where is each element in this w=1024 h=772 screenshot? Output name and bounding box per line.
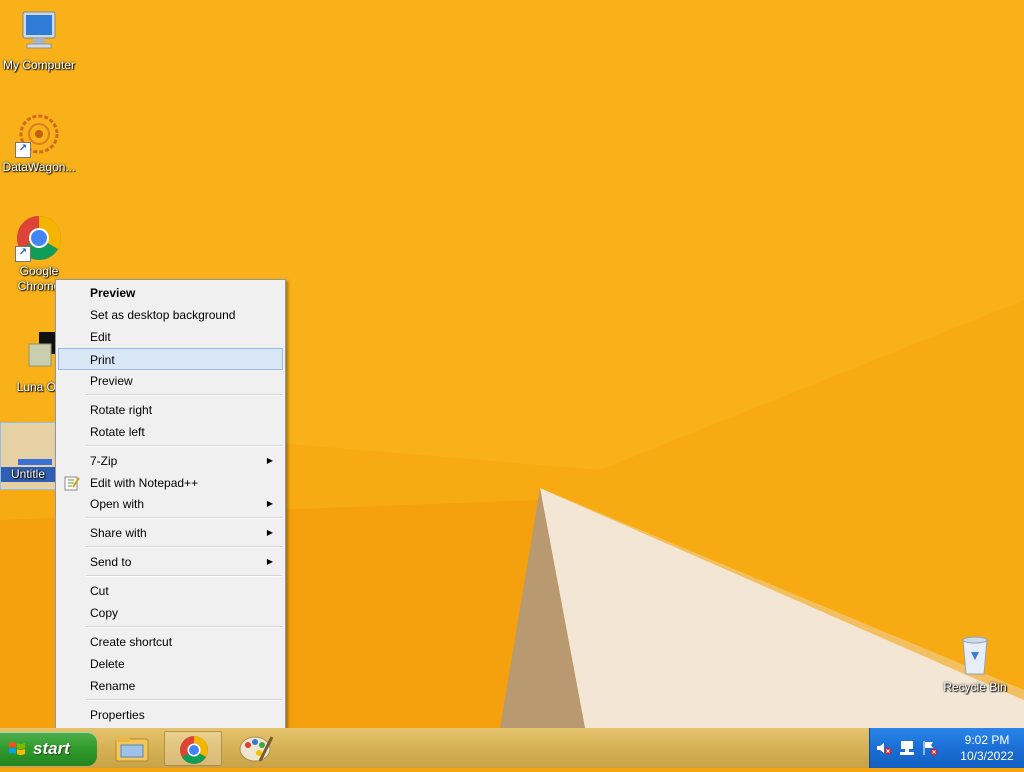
desktop-icon-label: DataWagon...: [2, 160, 76, 174]
menu-item-label: Properties: [90, 708, 145, 722]
menu-item-label: Rotate right: [90, 403, 153, 417]
taskbar: start 9:02 PM 10/3/2022: [0, 728, 1024, 768]
clock-time[interactable]: 9:02 PM: [952, 733, 1022, 747]
desktop-icon-label: My Computer: [2, 58, 76, 72]
menu-item-label: Delete: [90, 657, 125, 671]
submenu-arrow-icon: ▶: [266, 528, 273, 537]
menu-separator: [86, 394, 282, 396]
network-icon[interactable]: [899, 740, 915, 756]
menu-item-label: Preview: [90, 286, 136, 300]
file-explorer-icon: [115, 737, 149, 762]
image-file-icon: [4, 445, 58, 465]
menu-item-label: Cut: [90, 584, 109, 598]
menu-item-preview-default[interactable]: Preview: [58, 282, 283, 304]
desktop-icon-label: Untitle: [1, 467, 55, 482]
menu-item-label: Set as desktop background: [90, 308, 236, 322]
context-menu: Preview Set as desktop background Edit P…: [55, 279, 286, 729]
computer-icon: [15, 8, 63, 56]
menu-item-print[interactable]: Print: [58, 348, 283, 370]
menu-item-label: Send to: [90, 555, 132, 569]
windows-flag-icon: [8, 740, 26, 758]
menu-item-copy[interactable]: Copy: [58, 602, 283, 624]
menu-item-create-shortcut[interactable]: Create shortcut: [58, 631, 283, 653]
system-tray: 9:02 PM 10/3/2022: [869, 728, 1024, 768]
menu-separator: [86, 699, 282, 701]
shortcut-arrow-icon: ↗: [15, 142, 31, 158]
menu-item-label: Rotate left: [90, 425, 145, 439]
volume-muted-icon[interactable]: [876, 740, 892, 756]
menu-item-edit[interactable]: Edit: [58, 326, 283, 348]
chrome-icon: ↗: [15, 214, 63, 262]
menu-separator: [86, 575, 282, 577]
datawagon-icon: ↗: [15, 110, 63, 158]
menu-item-label: Open with: [90, 497, 145, 511]
menu-item-edit-notepadpp[interactable]: Edit with Notepad++: [58, 472, 283, 494]
menu-item-label: Preview: [90, 374, 133, 388]
menu-item-set-desktop-background[interactable]: Set as desktop background: [58, 304, 283, 326]
menu-item-label: Print: [90, 353, 115, 367]
action-center-flag-icon[interactable]: [922, 740, 938, 756]
menu-item-rename[interactable]: Rename: [58, 675, 283, 697]
submenu-arrow-icon: ▶: [266, 557, 273, 566]
menu-item-delete[interactable]: Delete: [58, 653, 283, 675]
menu-item-label: Edit: [90, 330, 111, 344]
taskbar-chrome[interactable]: [164, 731, 222, 766]
menu-item-label: 7-Zip: [90, 454, 118, 468]
desktop-icon-recycle-bin[interactable]: Recycle Bin: [936, 630, 1014, 695]
menu-separator: [86, 626, 282, 628]
menu-item-label: Share with: [90, 526, 147, 540]
menu-item-7zip[interactable]: 7-Zip ▶: [58, 450, 283, 472]
recycle-bin-icon: [951, 630, 999, 678]
desktop-icon-datawagon[interactable]: ↗ DataWagon...: [0, 110, 78, 175]
submenu-arrow-icon: ▶: [266, 499, 273, 508]
menu-separator: [86, 517, 282, 519]
menu-separator: [86, 445, 282, 447]
menu-item-label: Rename: [90, 679, 136, 693]
chrome-icon: [180, 736, 208, 764]
clock-date[interactable]: 10/3/2022: [952, 749, 1022, 763]
menu-item-label: Copy: [90, 606, 119, 620]
submenu-arrow-icon: ▶: [266, 456, 273, 465]
start-button[interactable]: start: [0, 732, 97, 766]
menu-item-properties[interactable]: Properties: [58, 704, 283, 726]
menu-item-send-to[interactable]: Send to ▶: [58, 551, 283, 573]
menu-item-rotate-left[interactable]: Rotate left: [58, 421, 283, 443]
menu-item-preview[interactable]: Preview: [58, 370, 283, 392]
menu-item-rotate-right[interactable]: Rotate right: [58, 399, 283, 421]
menu-item-cut[interactable]: Cut: [58, 580, 283, 602]
menu-separator: [86, 546, 282, 548]
taskbar-paint[interactable]: [226, 731, 284, 766]
menu-item-label: Edit with Notepad++: [90, 476, 199, 490]
notepadpp-icon: [64, 475, 80, 491]
start-label: start: [33, 739, 70, 758]
desktop-icon-untitled[interactable]: Untitle: [0, 422, 58, 490]
shortcut-arrow-icon: ↗: [15, 246, 31, 262]
desktop-icon-my-computer[interactable]: My Computer: [0, 8, 78, 73]
menu-item-open-with[interactable]: Open with ▶: [58, 493, 283, 515]
menu-item-label: Create shortcut: [90, 635, 173, 649]
desktop-icon-label: Recycle Bin: [943, 680, 1007, 694]
taskbar-file-explorer[interactable]: [103, 731, 161, 766]
paint-icon: [239, 736, 274, 762]
menu-item-share-with[interactable]: Share with ▶: [58, 522, 283, 544]
